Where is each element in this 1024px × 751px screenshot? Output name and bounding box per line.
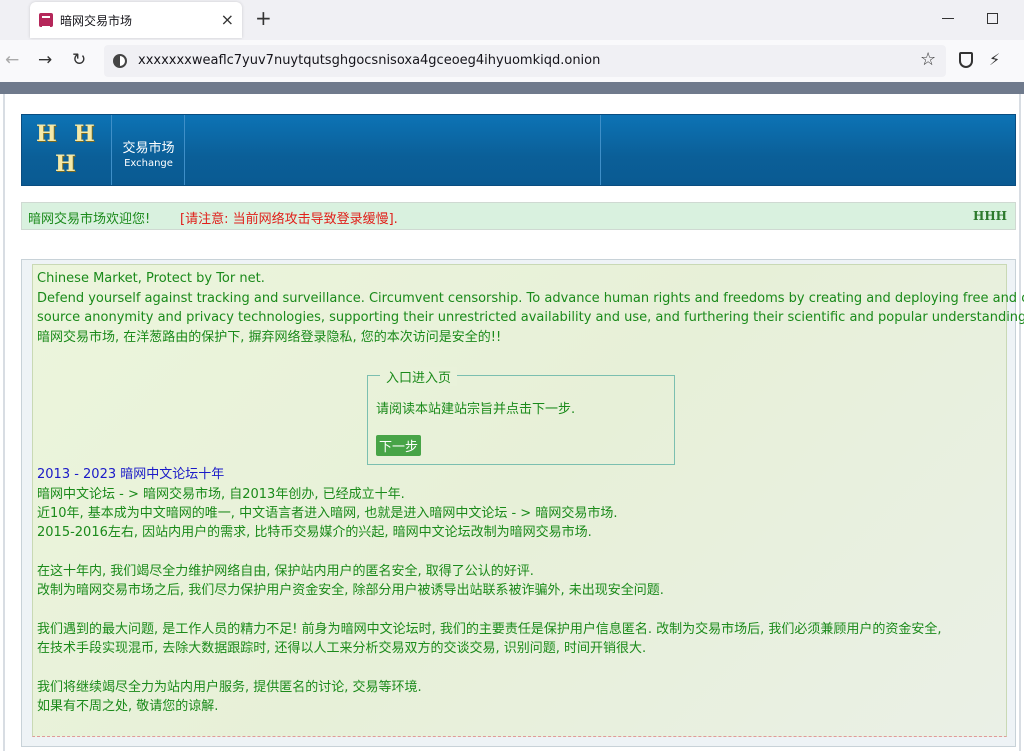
logo-glyph-icon: H [74,121,95,147]
history-line: 如果有不周之处, 敬请您的谅解. [37,699,219,714]
browser-tab[interactable]: 暗网交易市场 × [30,2,242,38]
history-line: 2015-2016左右, 因站内用户的需求, 比特币交易媒介的兴起, 暗网中文论… [37,525,592,540]
entry-legend: 入口进入页 [380,367,458,386]
maximize-icon[interactable] [987,13,998,24]
tab-title: 暗网交易市场 [60,14,133,28]
logo-glyph-icon: H [55,151,76,177]
banner-divider [600,115,601,185]
brand-cn: 交易市场 [122,141,175,156]
new-tab-button[interactable]: + [255,8,272,28]
brand-en: Exchange [124,158,173,169]
logo-glyph-icon: H [36,121,57,147]
intro-line-3: source anonymity and privacy technologie… [37,310,1024,325]
warning-text: [请注意: 当前网络攻击导致登录缓慢]. [180,212,398,227]
intro-line-4: 暗网交易市场, 在洋葱路由的保护下, 摒弃网络登录隐私, 您的本次访问是安全的!… [37,330,502,345]
entry-fieldset: 入口进入页 请阅读本站建站宗旨并点击下一步. 下一步 [367,367,675,465]
history-line: 暗网中文论坛 - > 暗网交易市场, 自2013年创办, 已经成立十年. [37,487,405,502]
brand-exchange[interactable]: 交易市场 Exchange [113,115,185,185]
tab-close-icon[interactable]: × [221,10,234,29]
onion-site-icon[interactable] [113,54,127,68]
site-favicon-icon [39,13,53,28]
entry-instruction: 请阅读本站建站宗旨并点击下一步. [376,402,576,417]
notice-bar: 暗网交易市场欢迎您! [请注意: 当前网络攻击导致登录缓慢]. HHH [21,202,1016,230]
forward-button[interactable]: → [38,50,52,70]
intro-line-1: Chinese Market, Protect by Tor net. [37,271,265,286]
history-line: 近10年, 基本成为中文暗网的唯一, 中文语言者进入暗网, 也就是进入暗网中文论… [37,506,618,521]
bookmark-star-icon[interactable]: ☆ [920,49,936,70]
main-content: Chinese Market, Protect by Tor net. Defe… [21,259,1024,747]
page-top-bar [0,82,1024,94]
history-line: 在这十年内, 我们竭尽全力维护网络自由, 保护站内用户的匿名安全, 取得了公认的… [37,564,534,579]
minimize-icon[interactable] [942,18,954,19]
tab-bar: 暗网交易市场 × + [0,0,1024,40]
history-title: 2013 - 2023 暗网中文论坛十年 [37,467,225,482]
page: H H H 交易市场 Exchange 暗网交易市场欢迎您! [请注意: 当前网… [3,94,1024,751]
content-panel: Chinese Market, Protect by Tor net. Defe… [32,264,1024,737]
nav-bar: ← → ↻ xxxxxxxweaflc7yuv7nuytqutsghgocsni… [0,40,1024,82]
back-button[interactable]: ← [5,50,19,70]
url-text[interactable]: xxxxxxxweaflc7yuv7nuytqutsghgocsnisoxa4g… [138,53,600,68]
history-line: 改制为暗网交易市场之后, 我们尽力保护用户资金安全, 除部分用户被诱导出站联系被… [37,583,664,598]
history-line: 我们遇到的最大问题, 是工作人员的精力不足! 前身为暗网中文论坛时, 我们的主要… [37,622,942,637]
shield-icon[interactable] [959,52,973,68]
address-bar[interactable]: xxxxxxxweaflc7yuv7nuytqutsghgocsnisoxa4g… [104,45,946,77]
reload-button[interactable]: ↻ [72,50,86,70]
history-line: 在技术手段实现混币, 去除大数据跟踪时, 还得以人工来分析交易双方的交谈交易, … [37,641,647,656]
intro-line-2: Defend yourself against tracking and sur… [37,291,1024,306]
next-step-button[interactable]: 下一步 [376,435,422,456]
history-line: 我们将继续竭尽全力为站内用户服务, 提供匿名的讨论, 交易等环境. [37,680,422,695]
welcome-text: 暗网交易市场欢迎您! [28,212,151,227]
mini-logo-icon: HHH [972,209,1007,223]
security-level-icon[interactable]: ⚡ [989,50,1000,69]
site-logo[interactable]: H H H [22,115,112,185]
site-banner: H H H 交易市场 Exchange [21,114,1016,186]
